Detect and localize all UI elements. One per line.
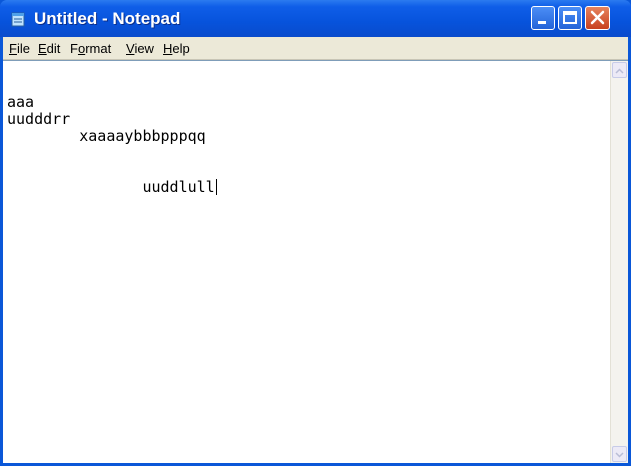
menu-bar: File Edit Format View Help	[3, 37, 628, 60]
minimize-icon	[538, 21, 546, 24]
close-button[interactable]	[585, 6, 610, 30]
notepad-window: Untitled - Notepad File Edit Format View…	[0, 0, 631, 466]
text-line: uudddrr	[7, 110, 71, 128]
maximize-icon	[563, 11, 577, 24]
menu-help[interactable]: Help	[163, 41, 190, 56]
maximize-button[interactable]	[558, 6, 582, 30]
vertical-scrollbar[interactable]	[610, 61, 628, 463]
scroll-up-arrow-icon	[615, 68, 624, 74]
text-caret	[215, 179, 217, 195]
menu-file[interactable]: File	[9, 41, 30, 56]
scroll-up-button[interactable]	[612, 62, 627, 78]
menu-view[interactable]: View	[126, 41, 154, 56]
scroll-down-button[interactable]	[612, 446, 627, 462]
text-line: aaa	[7, 93, 35, 111]
scroll-down-arrow-icon	[615, 452, 624, 458]
text-line: xaaaaybbbpppqq	[7, 127, 206, 145]
editor-text[interactable]: aaa uudddrr xaaaaybbbpppqq uuddlull	[7, 94, 217, 196]
menu-edit[interactable]: Edit	[38, 41, 60, 56]
minimize-button[interactable]	[531, 6, 555, 30]
menu-format[interactable]: Format	[70, 41, 111, 56]
text-editor-area[interactable]: aaa uudddrr xaaaaybbbpppqq uuddlull	[3, 60, 628, 463]
close-icon	[590, 10, 605, 25]
window-title: Untitled - Notepad	[34, 9, 181, 28]
text-line: uuddlull	[7, 178, 215, 196]
notepad-icon	[11, 12, 25, 27]
title-bar[interactable]: Untitled - Notepad	[0, 0, 631, 37]
